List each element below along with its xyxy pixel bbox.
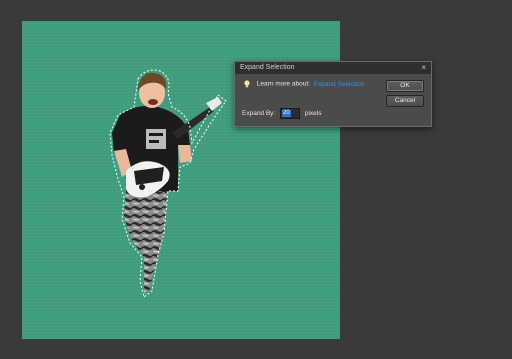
cancel-button[interactable]: Cancel bbox=[386, 95, 424, 107]
expand-by-input[interactable]: 20 bbox=[280, 108, 301, 119]
ok-button[interactable]: OK bbox=[386, 80, 424, 92]
dialog-title: Expand Selection bbox=[240, 64, 295, 71]
expand-by-label: Expand By: bbox=[242, 110, 276, 118]
learn-more-link[interactable]: Expand Selection bbox=[314, 81, 365, 88]
learn-more-label: Learn more about: bbox=[256, 80, 310, 88]
unit-label: pixels bbox=[304, 110, 322, 118]
boy-figure bbox=[112, 72, 222, 293]
expand-selection-dialog: Expand Selection × Learn more about: Exp… bbox=[234, 61, 432, 127]
learn-more-row: Learn more about: Expand Selection bbox=[244, 80, 364, 88]
expand-by-value: 20 bbox=[282, 110, 291, 117]
dialog-titlebar[interactable]: Expand Selection × bbox=[235, 62, 431, 74]
lightbulb-icon bbox=[244, 80, 250, 88]
close-icon[interactable]: × bbox=[421, 62, 426, 74]
expand-by-row: Expand By: 20 pixels bbox=[242, 108, 322, 119]
